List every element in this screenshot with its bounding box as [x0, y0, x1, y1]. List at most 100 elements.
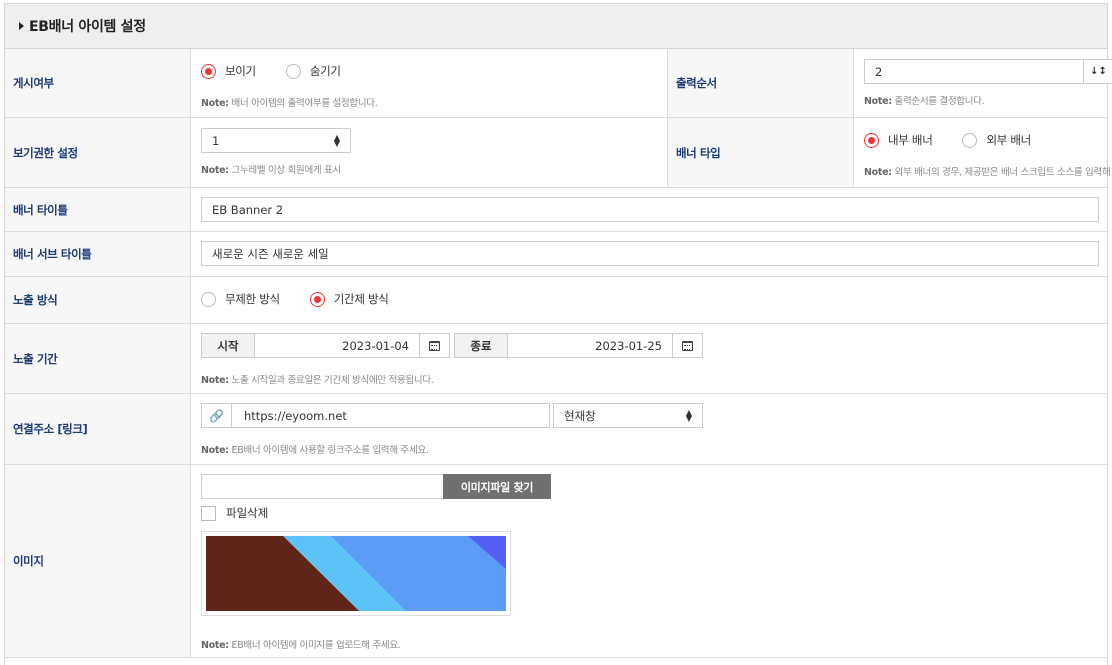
banner-type-internal-label: 내부 배너 — [888, 133, 933, 147]
radio-checked-icon[interactable] — [201, 63, 216, 79]
exposure-unlimited-label: 무제한 방식 — [225, 292, 280, 306]
banner-type-option-external[interactable]: 외부 배너 — [962, 132, 1031, 148]
display-label: 게시여부 — [5, 49, 191, 117]
checkbox-icon[interactable] — [201, 505, 216, 521]
note-prefix: Note: — [201, 445, 229, 456]
delete-file-label: 파일삭제 — [226, 506, 269, 520]
radio-checked-icon[interactable] — [309, 291, 325, 307]
radio-checked-icon[interactable] — [864, 132, 879, 148]
delete-file-option[interactable]: 파일삭제 — [201, 505, 268, 521]
link-icon: 🔗 — [209, 408, 224, 423]
display-cell: 보이기 숨기기 Note: 배너 아이템의 출력여부를 설정합니다. — [191, 49, 668, 117]
banner-type-cell: 내부 배너 외부 배너 Note: 외부 배너의 경우, 제공받은 배너 스크립… — [854, 118, 1112, 187]
banner-type-label: 배너 타입 — [668, 118, 854, 187]
permission-label: 보기권한 설정 — [5, 118, 191, 187]
note-prefix: Note: — [201, 375, 229, 386]
exposure-method-cell: 무제한 방식 기간제 방식 — [191, 277, 1107, 323]
link-label: 연결주소 [링크] — [5, 394, 191, 464]
section-title: EB배너 아이템 설정 — [29, 19, 146, 35]
banner-subtitle-label: 배너 서브 타이틀 — [5, 232, 191, 276]
exposure-period-cell: 시작 2023-01-04 종료 2023-01-25 Note: 노출 시작일… — [191, 324, 1107, 393]
banner-preview-image — [206, 536, 506, 611]
display-option-show-label: 보이기 — [225, 64, 256, 78]
link-url-input[interactable]: https://eyoom.net — [231, 403, 550, 428]
note-prefix: Note: — [201, 98, 229, 109]
image-preview-frame — [201, 531, 511, 616]
row-banner-subtitle: 배너 서브 타이틀 새로운 시즌 새로운 세일 — [5, 232, 1107, 277]
permission-select[interactable]: 1 ▲ ▼ — [201, 128, 351, 153]
start-date-label: 시작 — [201, 333, 255, 358]
order-label: 출력순서 — [668, 49, 854, 117]
sort-numeric-icon: ↓↕ — [1090, 66, 1107, 77]
row-permission-type: 보기권한 설정 1 ▲ ▼ Note: 그누레벨 이상 회원에게 표시 배너 타입… — [5, 118, 1112, 188]
exposure-period-note-text: 노출 시작일과 종료일은 기간제 방식에만 적용됩니다. — [231, 375, 434, 386]
display-radio-group: 보이기 숨기기 — [201, 63, 371, 79]
row-display-order: 게시여부 보이기 숨기기 Note: 배너 아이템의 출력여부를 설정합니다. … — [5, 49, 1112, 118]
banner-title-input[interactable]: EB Banner 2 — [201, 197, 1099, 222]
exposure-method-label: 노출 방식 — [5, 277, 191, 323]
link-note: Note: EB배너 아이템에 사용할 링크주소를 입력해 주세요. — [201, 442, 429, 456]
banner-subtitle-cell: 새로운 시즌 새로운 세일 — [191, 232, 1107, 276]
start-date-value: 2023-01-04 — [342, 338, 409, 353]
exposure-period-option-label: 기간제 방식 — [333, 292, 389, 306]
order-input[interactable]: 2 — [864, 59, 1084, 84]
order-note-text: 출력순서를 결정합니다. — [894, 96, 985, 107]
sort-order-button[interactable]: ↓↕ — [1083, 59, 1112, 84]
calendar-icon — [429, 340, 440, 351]
permission-cell: 1 ▲ ▼ Note: 그누레벨 이상 회원에게 표시 — [191, 118, 668, 187]
banner-settings-panel: EB배너 아이템 설정 게시여부 보이기 숨기기 Note: 배너 아이템의 출… — [4, 3, 1112, 665]
start-date-calendar-button[interactable] — [419, 333, 450, 358]
note-prefix: Note: — [864, 167, 892, 178]
permission-note-text: 그누레벨 이상 회원에게 표시 — [231, 165, 342, 176]
banner-type-note-text: 외부 배너의 경우, 제공받은 배너 스크립트 소스를 입력해 주세요. — [894, 167, 1112, 178]
link-target-select[interactable]: 현재창 ▲ ▼ — [553, 403, 703, 428]
image-file-input[interactable] — [201, 474, 444, 499]
exposure-period-label: 노출 기간 — [5, 324, 191, 393]
row-link: 연결주소 [링크] 🔗 https://eyoom.net 현재창 ▲ ▼ Not… — [5, 394, 1107, 465]
banner-type-external-label: 외부 배너 — [986, 133, 1031, 147]
radio-unchecked-icon[interactable] — [285, 63, 301, 79]
end-date-calendar-button[interactable] — [672, 333, 703, 358]
radio-unchecked-icon[interactable] — [962, 132, 978, 148]
exposure-option-unlimited[interactable]: 무제한 방식 — [201, 291, 280, 307]
link-target-value: 현재창 — [564, 408, 596, 423]
banner-type-option-internal[interactable]: 내부 배너 — [864, 132, 933, 148]
end-date-value: 2023-01-25 — [595, 338, 662, 353]
note-prefix: Note: — [201, 640, 229, 651]
start-date-input[interactable]: 2023-01-04 — [254, 333, 420, 358]
banner-type-note: Note: 외부 배너의 경우, 제공받은 배너 스크립트 소스를 입력해 주세… — [864, 164, 1112, 178]
order-note: Note: 출력순서를 결정합니다. — [864, 93, 985, 107]
display-option-show[interactable]: 보이기 — [201, 63, 256, 79]
image-cell: 이미지파일 찾기 파일삭제 Note: EB배너 아이템에 이미지를 업로드해 … — [191, 465, 1107, 657]
note-prefix: Note: — [864, 96, 892, 107]
order-cell: 2 ↓↕ Note: 출력순서를 결정합니다. — [854, 49, 1112, 117]
banner-title-label: 배너 타이틀 — [5, 188, 191, 231]
permission-note: Note: 그누레벨 이상 회원에게 표시 — [201, 162, 341, 176]
select-arrows-icon: ▲ ▼ — [685, 407, 692, 423]
link-note-text: EB배너 아이템에 사용할 링크주소를 입력해 주세요. — [231, 445, 429, 456]
display-option-hide[interactable]: 숨기기 — [285, 63, 341, 79]
select-arrows-icon: ▲ ▼ — [333, 132, 340, 148]
banner-type-radio-group: 내부 배너 외부 배너 — [864, 132, 1061, 148]
link-icon-box: 🔗 — [201, 403, 232, 428]
end-date-input[interactable]: 2023-01-25 — [507, 333, 673, 358]
order-value: 2 — [875, 64, 883, 79]
row-exposure-method: 노출 방식 무제한 방식 기간제 방식 — [5, 277, 1107, 324]
banner-subtitle-input[interactable]: 새로운 시즌 새로운 세일 — [201, 241, 1099, 266]
exposure-option-period[interactable]: 기간제 방식 — [309, 291, 389, 307]
section-header: EB배너 아이템 설정 — [5, 4, 1107, 49]
exposure-method-radio-group: 무제한 방식 기간제 방식 — [201, 291, 419, 307]
row-banner-title: 배너 타이틀 EB Banner 2 — [5, 188, 1107, 232]
display-note-text: 배너 아이템의 출력여부를 설정합니다. — [231, 98, 378, 109]
image-note: Note: EB배너 아이템에 이미지를 업로드해 주세요. — [201, 637, 401, 651]
radio-unchecked-icon[interactable] — [201, 291, 216, 307]
display-option-hide-label: 숨기기 — [309, 64, 341, 78]
find-image-button[interactable]: 이미지파일 찾기 — [443, 474, 551, 499]
note-prefix: Note: — [201, 165, 229, 176]
calendar-icon — [682, 340, 693, 351]
row-exposure-period: 노출 기간 시작 2023-01-04 종료 2023-01-25 Note: … — [5, 324, 1107, 394]
image-note-text: EB배너 아이템에 이미지를 업로드해 주세요. — [231, 640, 401, 651]
banner-subtitle-value: 새로운 시즌 새로운 세일 — [212, 246, 329, 261]
banner-title-value: EB Banner 2 — [212, 202, 284, 217]
link-cell: 🔗 https://eyoom.net 현재창 ▲ ▼ Note: EB배너 아이… — [191, 394, 1107, 464]
